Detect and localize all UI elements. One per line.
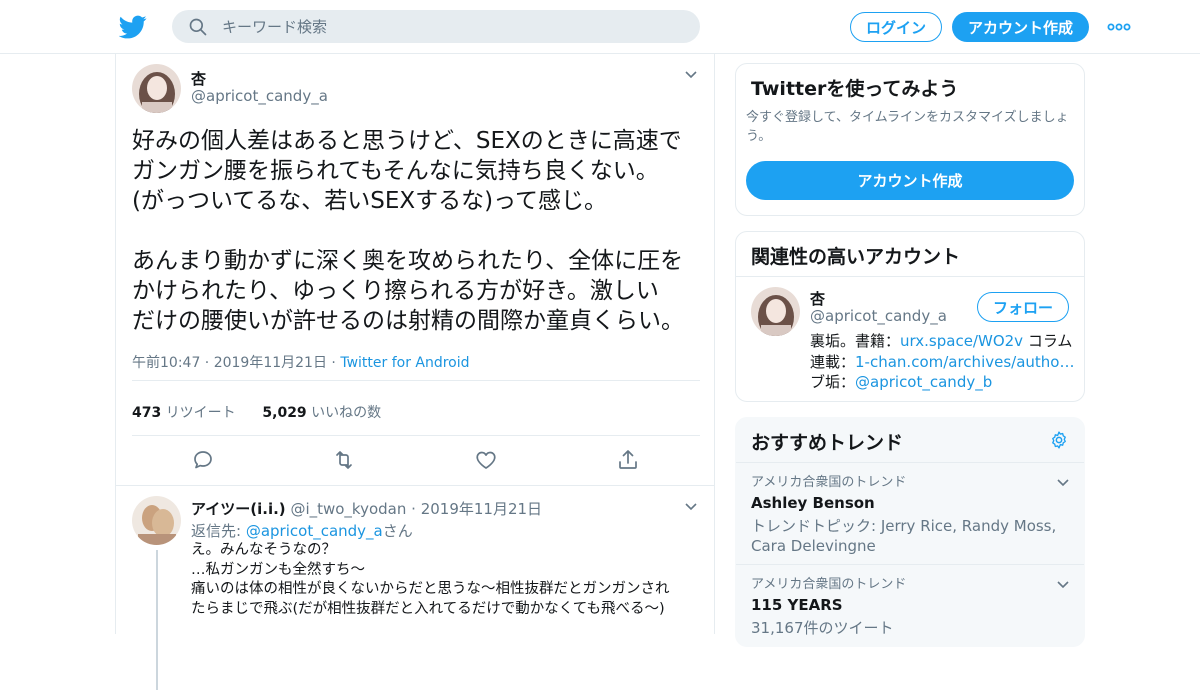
trend-item[interactable]: アメリカ合衆国のトレンド 115 YEARS 31,167件のツイート (751, 576, 1071, 638)
divider (132, 435, 700, 436)
bio-text: 裏垢。書籍： (810, 332, 901, 350)
tweet-source-link[interactable]: Twitter for Android (340, 355, 469, 371)
related-account-bio: 裏垢。書籍：urx.space/WO2v コラム 連載：1-chan.com/a… (810, 331, 1074, 393)
search-input[interactable] (222, 10, 682, 43)
like-count: 5,029 (262, 405, 307, 421)
like-stat[interactable]: 5,029 いいねの数 (262, 405, 381, 421)
twitter-logo-icon[interactable] (119, 13, 147, 41)
tweet-stats: 473 リツイート 5,029 いいねの数 (132, 402, 381, 422)
meta-separator: · (331, 355, 336, 371)
author-name[interactable]: 杏 (191, 68, 206, 89)
avatar-image (132, 64, 181, 113)
reply-icon[interactable] (191, 448, 215, 472)
reply-avatar[interactable] (132, 496, 181, 545)
search-icon (189, 18, 207, 36)
follow-button[interactable]: フォロー (977, 292, 1069, 322)
bio-link[interactable]: urx.space/WO2v (900, 332, 1023, 350)
avatar-image (751, 287, 800, 336)
retweet-stat[interactable]: 473 リツイート (132, 405, 236, 421)
author-handle[interactable]: @apricot_candy_a (191, 87, 328, 105)
tweet-text: 好みの個人差はあると思うけど、SEXのときに高速で ガンガン腰を振られてもそんな… (132, 128, 684, 334)
tweet-meta: 午前10:47 · 2019年11月21日 · Twitter for Andr… (132, 352, 470, 372)
trend-name[interactable]: Ashley Benson (751, 493, 1071, 514)
reply-to-suffix: さん (382, 522, 413, 540)
signup-card-description: 今すぐ登録して、タイムラインをカスタマイズしましょう。 (746, 110, 1069, 144)
divider (736, 462, 1084, 463)
reply-to-prefix: 返信先: (191, 522, 242, 540)
avatar[interactable] (751, 287, 800, 336)
signup-button[interactable]: アカウント作成 (952, 12, 1089, 42)
related-accounts-title: 関連性の高いアカウント (751, 246, 961, 268)
trend-context: アメリカ合衆国のトレンド (751, 475, 907, 490)
like-icon[interactable] (474, 448, 498, 472)
tweet-time[interactable]: 午前10:47 · 2019年11月21日 (132, 355, 327, 371)
bio-link[interactable]: 1-chan.com/archives/autho… (855, 353, 1074, 371)
reply-author-name[interactable]: アイツー(i.i.) (191, 500, 286, 518)
share-icon[interactable] (616, 448, 640, 472)
retweet-label: リツイート (165, 405, 236, 421)
search-box[interactable] (172, 10, 700, 43)
signup-card: Twitterを使ってみよう 今すぐ登録して、タイムラインをカスタマイズしましょ… (735, 63, 1085, 216)
retweet-icon[interactable] (332, 448, 356, 472)
bio-text: コラム (1023, 332, 1073, 350)
reply-author-handle[interactable]: @i_two_kyodan (290, 500, 406, 518)
chevron-down-icon[interactable] (1056, 476, 1070, 490)
tweet-actions (116, 448, 716, 472)
thread-line (156, 550, 158, 690)
gear-icon[interactable] (1049, 430, 1069, 450)
signup-card-title: Twitterを使ってみよう (751, 78, 959, 100)
trend-context: アメリカ合衆国のトレンド (751, 577, 907, 592)
more-icon[interactable] (1107, 21, 1131, 33)
trends-card: おすすめトレンド アメリカ合衆国のトレンド Ashley Benson トレンド… (735, 417, 1085, 647)
trend-subtitle: 31,167件のツイート (751, 619, 894, 637)
related-account-handle[interactable]: @apricot_candy_a (810, 307, 947, 325)
reply-to-link[interactable]: @apricot_candy_a (246, 522, 383, 540)
retweet-count: 473 (132, 405, 162, 421)
top-bar: ログイン アカウント作成 (0, 0, 1200, 54)
bio-text: ブ垢： (810, 373, 856, 391)
trend-name[interactable]: 115 YEARS (751, 595, 1071, 616)
trends-title: おすすめトレンド (751, 432, 904, 454)
divider (132, 380, 700, 381)
divider (736, 564, 1084, 565)
chevron-down-icon[interactable] (1056, 578, 1070, 592)
reply-date[interactable]: 2019年11月21日 (421, 500, 542, 518)
reply-header: アイツー(i.i.) @i_two_kyodan · 2019年11月21日 (191, 498, 542, 519)
reply-to: 返信先: @apricot_candy_aさん (191, 520, 413, 541)
like-label: いいねの数 (311, 405, 382, 421)
bio-link[interactable]: @apricot_candy_b (855, 373, 992, 391)
avatar[interactable] (132, 64, 181, 113)
bio-text: 連載： (810, 352, 856, 371)
avatar-image (132, 496, 181, 545)
reply-separator: · (411, 500, 416, 518)
signup-card-button[interactable]: アカウント作成 (746, 161, 1074, 200)
related-accounts-card: 関連性の高いアカウント 杏 @apricot_candy_a フォロー 裏垢。書… (735, 231, 1085, 402)
chevron-down-icon[interactable] (684, 68, 698, 82)
login-button[interactable]: ログイン (850, 12, 942, 42)
related-account-name[interactable]: 杏 (810, 288, 825, 309)
divider (736, 276, 1084, 277)
trend-item[interactable]: アメリカ合衆国のトレンド Ashley Benson トレンドトピック: Jer… (751, 474, 1071, 556)
chevron-down-icon[interactable] (684, 500, 698, 514)
section-separator (116, 485, 714, 486)
reply-text: え。みんなそうなの？ …私ガンガンも全然すち～ 痛いのは体の相性が良くないからだ… (191, 542, 670, 617)
tweet-column: 杏 @apricot_candy_a 好みの個人差はあると思うけど、SEXのとき… (115, 54, 716, 690)
trend-subtitle: トレンドトピック: Jerry Rice, Randy Moss, Cara D… (751, 517, 1057, 555)
